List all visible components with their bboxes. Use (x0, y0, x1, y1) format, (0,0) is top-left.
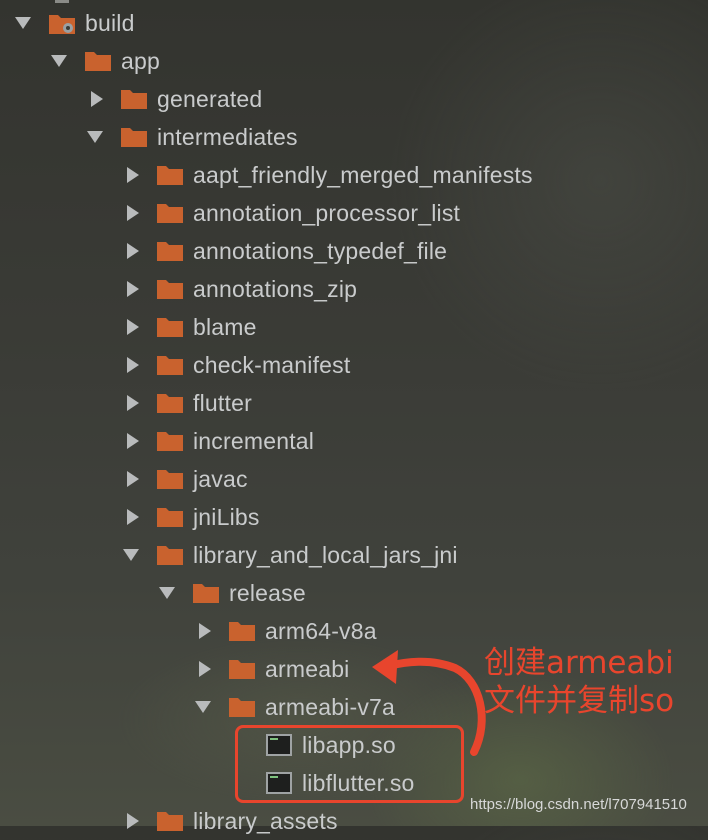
folder-icon (156, 354, 184, 376)
tree-row-label: build (85, 9, 135, 36)
tree-row-label: armeabi-v7a (265, 693, 396, 720)
tree-row-incremental[interactable]: incremental (0, 422, 708, 460)
folder-icon (192, 582, 220, 604)
collapse-arrow-icon[interactable] (120, 240, 142, 262)
tree-row-blame[interactable]: blame (0, 308, 708, 346)
expand-arrow-icon[interactable] (156, 582, 178, 604)
tree-row-label: armeabi (265, 655, 350, 682)
tree-row-javac[interactable]: javac (0, 460, 708, 498)
tree-row-flutter[interactable]: flutter (0, 384, 708, 422)
collapse-arrow-icon[interactable] (120, 164, 142, 186)
tree-row-label: library_and_local_jars_jni (193, 541, 458, 568)
folder-icon (156, 392, 184, 414)
tree-row-check-manifest[interactable]: check-manifest (0, 346, 708, 384)
tree-row-label: check-manifest (193, 351, 351, 378)
tree-row-label: generated (157, 85, 263, 112)
collapse-arrow-icon[interactable] (120, 354, 142, 376)
tree-row-label: intermediates (157, 123, 298, 150)
folder-icon (84, 50, 112, 72)
collapse-arrow-icon[interactable] (120, 468, 142, 490)
expand-arrow-icon[interactable] (192, 696, 214, 718)
collapse-arrow-icon[interactable] (192, 658, 214, 680)
folder-icon (156, 544, 184, 566)
tree-row-label: annotation_processor_list (193, 199, 461, 226)
expand-arrow-icon[interactable] (84, 126, 106, 148)
tree-row-jnilibs[interactable]: jniLibs (0, 498, 708, 536)
collapse-arrow-icon[interactable] (120, 202, 142, 224)
tree-row-label: aapt_friendly_merged_manifests (193, 161, 533, 188)
collapse-arrow-icon[interactable] (120, 506, 142, 528)
tree-row-intermediates[interactable]: intermediates (0, 118, 708, 156)
folder-icon (156, 164, 184, 186)
tree-row-label: arm64-v8a (265, 617, 377, 644)
tree-row-build[interactable]: build (0, 4, 708, 42)
tree-row-app[interactable]: app (0, 42, 708, 80)
tree-row-annotations-typedef-file[interactable]: annotations_typedef_file (0, 232, 708, 270)
folder-icon (156, 240, 184, 262)
expand-arrow-icon[interactable] (48, 50, 70, 72)
tree-row-library-and-local-jars-jni[interactable]: library_and_local_jars_jni (0, 536, 708, 574)
collapse-arrow-icon[interactable] (84, 88, 106, 110)
tree-row-annotation-processor-list[interactable]: annotation_processor_list (0, 194, 708, 232)
folder-icon (156, 430, 184, 452)
expand-arrow-icon[interactable] (12, 12, 34, 34)
expand-arrow-icon[interactable] (120, 544, 142, 566)
highlight-box (235, 725, 464, 803)
tree-row-label: library_assets (193, 807, 338, 834)
annotation-line-2: 文件并复制so (484, 683, 675, 719)
collapse-arrow-icon[interactable] (120, 316, 142, 338)
tree-row-label: annotations_zip (193, 275, 358, 302)
tree-row-aapt-friendly-merged-manifests[interactable]: aapt_friendly_merged_manifests (0, 156, 708, 194)
folder-icon (156, 468, 184, 490)
tree-row-label: javac (193, 465, 248, 492)
folder-icon (228, 696, 256, 718)
tree-row-label: release (229, 579, 306, 606)
build-folder-icon (48, 12, 76, 34)
annotation-line-1: 创建armeabi (484, 645, 674, 681)
annotation-text: 创建armeabi 文件并复制so (484, 644, 674, 720)
folder-icon (156, 506, 184, 528)
folder-icon (156, 278, 184, 300)
tree-row-generated[interactable]: generated (0, 80, 708, 118)
collapse-arrow-icon[interactable] (120, 430, 142, 452)
tree-row-release[interactable]: release (0, 574, 708, 612)
folder-icon (156, 316, 184, 338)
tree-row-annotations-zip[interactable]: annotations_zip (0, 270, 708, 308)
tree-row-label: app (121, 47, 160, 74)
watermark-text: https://blog.csdn.net/l707941510 (470, 796, 687, 813)
collapse-arrow-icon[interactable] (192, 620, 214, 642)
folder-icon (228, 620, 256, 642)
collapse-arrow-icon[interactable] (120, 392, 142, 414)
tree-row-label: jniLibs (193, 503, 260, 530)
folder-icon (156, 202, 184, 224)
tree-row-label: annotations_typedef_file (193, 237, 448, 264)
collapse-arrow-icon[interactable] (120, 810, 142, 832)
tree-row-label: flutter (193, 389, 252, 416)
folder-icon (120, 88, 148, 110)
tree-row-label: incremental (193, 427, 315, 454)
tree-row-label: blame (193, 313, 257, 340)
collapse-arrow-icon[interactable] (120, 278, 142, 300)
folder-icon (228, 658, 256, 680)
folder-icon (156, 810, 184, 832)
folder-icon (120, 126, 148, 148)
